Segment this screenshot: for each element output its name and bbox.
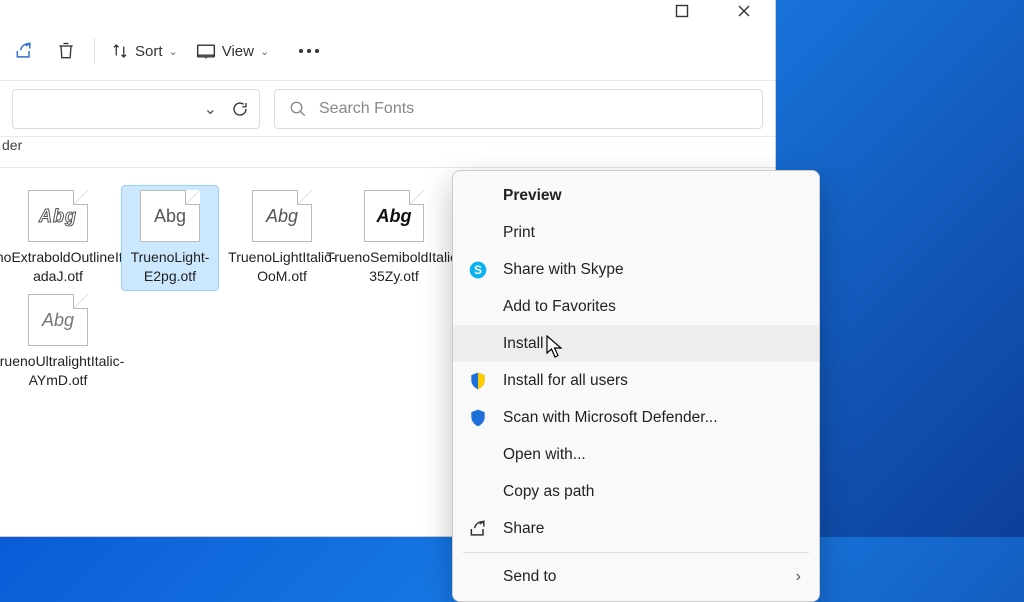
- search-placeholder: Search Fonts: [319, 100, 414, 118]
- font-file-icon: Abg: [364, 190, 424, 242]
- view-label: View: [222, 43, 254, 60]
- file-label: TruenoSemiboldItalic-35Zy.otf: [326, 248, 462, 286]
- search-icon: [289, 100, 307, 118]
- view-button[interactable]: View ⌄: [188, 31, 277, 71]
- menu-item[interactable]: Install: [453, 325, 819, 362]
- skype-icon: S: [467, 259, 489, 281]
- menu-item[interactable]: Open with...: [453, 436, 819, 473]
- share-icon-button[interactable]: [4, 31, 44, 71]
- file-item[interactable]: Abg TruenoUltralightItalic-AYmD.otf: [10, 290, 106, 394]
- chevron-down-icon: ⌄: [260, 45, 269, 58]
- maximize-button[interactable]: [651, 0, 713, 22]
- nav-row: ⌄ Search Fonts: [0, 80, 775, 136]
- command-bar: Sort ⌄ View ⌄: [0, 22, 775, 80]
- file-item[interactable]: Abg TruenoLight-E2pg.otf: [122, 186, 218, 290]
- file-label: TruenoUltralightItalic-AYmD.otf: [0, 352, 124, 390]
- menu-item[interactable]: Share: [453, 510, 819, 547]
- delete-button[interactable]: [46, 31, 86, 71]
- file-item[interactable]: Abg TruenoExtraboldOutlineItalic-adaJ.ot…: [10, 186, 106, 290]
- chevron-right-icon: ›: [796, 568, 801, 586]
- sort-button[interactable]: Sort ⌄: [103, 31, 186, 71]
- chevron-down-icon: ⌄: [169, 45, 178, 58]
- menu-item[interactable]: Scan with Microsoft Defender...: [453, 399, 819, 436]
- file-label: TruenoLightItalic-OoM.otf: [228, 248, 336, 286]
- shield-admin-icon: [467, 370, 489, 392]
- menu-separator: [463, 552, 809, 553]
- more-button[interactable]: [289, 31, 329, 71]
- file-item[interactable]: Abg TruenoLightItalic-OoM.otf: [234, 186, 330, 290]
- font-file-icon: Abg: [252, 190, 312, 242]
- chevron-down-icon[interactable]: ⌄: [204, 99, 217, 119]
- menu-item[interactable]: SShare with Skype: [453, 251, 819, 288]
- menu-item[interactable]: Preview: [453, 177, 819, 214]
- font-file-icon: Abg: [28, 190, 88, 242]
- menu-item[interactable]: Print: [453, 214, 819, 251]
- titlebar: [0, 0, 775, 22]
- svg-text:S: S: [474, 264, 482, 277]
- font-file-icon: Abg: [28, 294, 88, 346]
- refresh-icon[interactable]: [231, 100, 249, 118]
- file-label: TruenoLight-E2pg.otf: [126, 248, 214, 286]
- share-icon: [467, 518, 489, 540]
- file-item[interactable]: Abg TruenoSemiboldItalic-35Zy.otf: [346, 186, 442, 290]
- sort-label: Sort: [135, 43, 163, 60]
- search-input[interactable]: Search Fonts: [274, 89, 763, 129]
- close-button[interactable]: [713, 0, 775, 22]
- defender-shield-icon: [467, 407, 489, 429]
- context-menu: PreviewPrintSShare with SkypeAdd to Favo…: [452, 170, 820, 602]
- menu-item[interactable]: Add to Favorites: [453, 288, 819, 325]
- menu-item[interactable]: Copy as path: [453, 473, 819, 510]
- address-bar[interactable]: ⌄: [12, 89, 260, 129]
- menu-item[interactable]: Install for all users: [453, 362, 819, 399]
- toolbar-divider: [94, 38, 95, 64]
- font-file-icon: Abg: [140, 190, 200, 242]
- breadcrumb[interactable]: der: [0, 136, 775, 168]
- menu-item-send-to[interactable]: Send to ›: [453, 558, 819, 595]
